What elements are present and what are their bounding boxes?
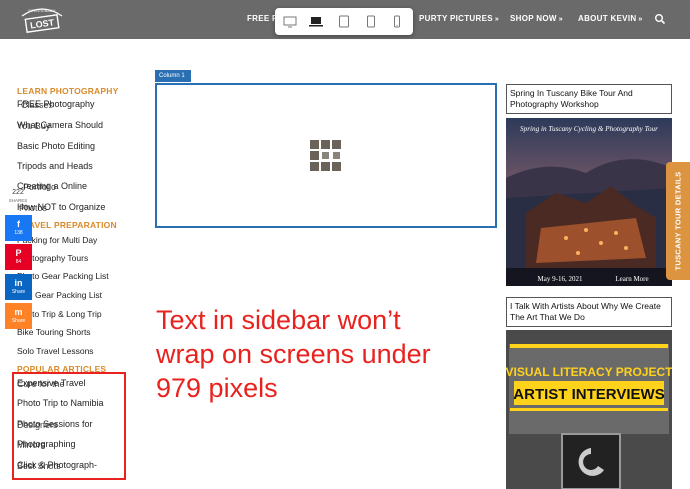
nav-shop-now[interactable]: SHOP NOW»	[510, 14, 563, 23]
artist-banner-top: VISUAL LITERACY PROJECT	[506, 365, 672, 379]
mix-share-button[interactable]: m Share	[5, 303, 32, 329]
pinterest-share-button[interactable]: P 84	[5, 244, 32, 270]
sidebar-link-solo-travel-lessons[interactable]: Solo Travel Lessons	[17, 346, 94, 356]
tablet-landscape-icon[interactable]	[336, 14, 352, 29]
tuscany-tour-details-tab[interactable]: TUSCANY TOUR DETAILS	[666, 162, 690, 280]
chevron-down-icon: »	[558, 16, 563, 23]
artist-interviews-image[interactable]: VISUAL LITERACY PROJECT ARTIST INTERVIEW…	[506, 330, 672, 489]
chevron-down-icon: »	[638, 16, 643, 23]
annotation-note: Text in sidebar won’t wrap on screens un…	[156, 305, 431, 403]
nav-purty-pictures[interactable]: PURTY PICTURES»	[419, 14, 499, 23]
tuscany-banner-dates: May 9-16, 2021	[538, 275, 583, 283]
annotation-highlight-box	[12, 372, 126, 480]
mix-share-label: Share	[11, 318, 26, 324]
phone-icon[interactable]	[389, 14, 405, 29]
nav-purty-pictures-label: PURTY PICTURES	[419, 14, 493, 23]
share-total-label: SHARES	[8, 198, 28, 203]
sidebar-link-label: Basic Photo Editing	[17, 141, 96, 151]
sidebar-link-label: Solo Travel Lessons	[17, 346, 94, 356]
sidebar-overlap-text: Classes	[21, 100, 54, 110]
artist-banner-main: ARTIST INTERVIEWS	[513, 386, 664, 403]
responsive-preview-toolbar	[275, 8, 413, 35]
facebook-share-button[interactable]: f 138	[5, 215, 32, 241]
sidebar-overlap-text: You Buy	[17, 121, 51, 131]
tuscany-banner-title: Spring in Tuscany Cycling & Photography …	[520, 125, 658, 133]
facebook-share-count: 138	[14, 230, 23, 236]
sidebar-heading-learn: LEARN PHOTOGRAPHY	[17, 86, 119, 96]
linkedin-share-label: Share	[11, 289, 26, 295]
tuscany-banner-cta: Learn More	[615, 275, 648, 283]
search-icon[interactable]	[654, 13, 666, 25]
pinterest-icon: P	[15, 248, 22, 258]
sidebar-link-label: Tripods and Heads	[17, 161, 93, 171]
nav-free-label: FREE P	[247, 14, 278, 23]
mix-icon: m	[14, 307, 23, 317]
share-total-count: 222	[12, 189, 24, 196]
tuscany-tour-image[interactable]: Spring in Tuscany Cycling & Photography …	[506, 118, 672, 286]
desktop-icon[interactable]	[282, 14, 298, 29]
sidebar-link-basic-photo-editing[interactable]: Basic Photo Editing	[17, 141, 95, 151]
linkedin-icon: in	[14, 278, 23, 288]
nav-shop-now-label: SHOP NOW	[510, 14, 557, 23]
site-logo[interactable]: LOST INTENTIONALLY	[16, 2, 68, 36]
nav-about-kevin[interactable]: ABOUT KEVIN»	[578, 14, 643, 23]
facebook-icon: f	[17, 219, 20, 229]
laptop-icon[interactable]	[308, 14, 324, 29]
svg-text:INTENTIONALLY: INTENTIONALLY	[28, 9, 56, 13]
nav-about-kevin-label: ABOUT KEVIN	[578, 14, 637, 23]
column-label-tab[interactable]: Column 1	[155, 70, 191, 82]
share-total: 222 SHARES	[8, 189, 28, 205]
sidebar-link-tripods[interactable]: Tripods and Heads	[17, 161, 93, 171]
linkedin-share-button[interactable]: in Share	[5, 274, 32, 300]
loading-icon	[310, 140, 341, 171]
promo-card-title-artists[interactable]: I Talk With Artists About Why We Create …	[506, 297, 672, 327]
pinterest-share-count: 84	[15, 259, 22, 265]
chevron-down-icon: »	[494, 16, 500, 23]
nav-free[interactable]: FREE P	[247, 14, 278, 23]
tablet-portrait-icon[interactable]	[363, 14, 379, 29]
side-tab-label: TUSCANY TOUR DETAILS	[673, 171, 683, 271]
promo-card-title-tuscany[interactable]: Spring In Tuscany Bike Tour And Photogra…	[506, 84, 672, 114]
